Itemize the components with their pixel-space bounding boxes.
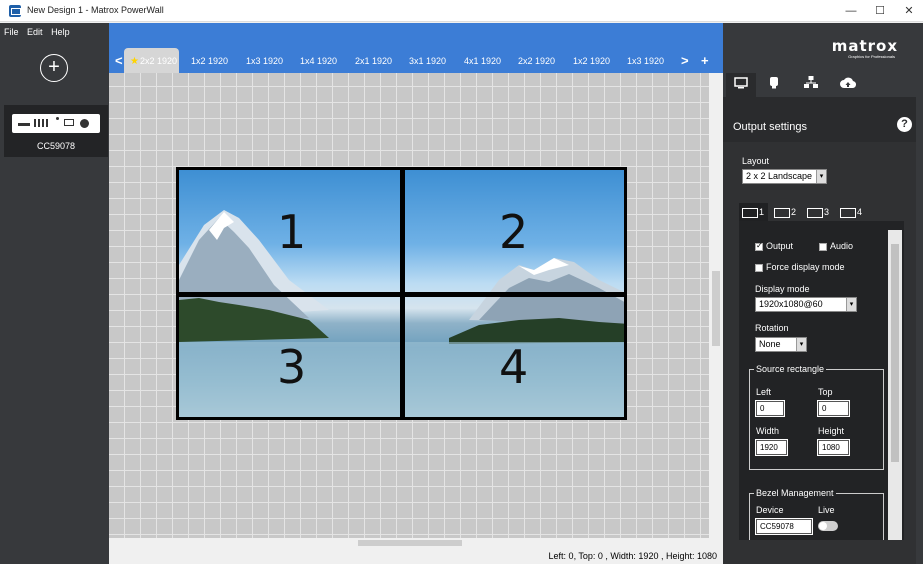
- display-mode-select[interactable]: 1920x1080@60 ▾: [755, 297, 857, 312]
- force-display-checkbox[interactable]: [755, 263, 763, 272]
- tab-1x2-b[interactable]: 1x2 1920: [567, 48, 613, 73]
- source-rectangle-title: Source rectangle: [754, 364, 827, 374]
- tab-2x2-favorite[interactable]: ★2x2 1920: [124, 48, 179, 73]
- tab-4x1[interactable]: 4x1 1920: [458, 48, 504, 73]
- add-tab-button[interactable]: +: [701, 53, 709, 68]
- status-bar: Left: 0, Top: 0 , Width: 1920 , Height: …: [109, 548, 723, 564]
- tab-label: 2x2 1920: [139, 56, 178, 66]
- tab-2x2[interactable]: 2x2 1920: [512, 48, 558, 73]
- menu-help[interactable]: Help: [51, 27, 70, 37]
- device-input[interactable]: CC59078: [755, 518, 813, 535]
- device-name: CC59078: [36, 141, 76, 151]
- add-device-button[interactable]: +: [40, 54, 68, 82]
- chevron-down-icon: ▾: [816, 170, 826, 183]
- top-label: Top: [818, 387, 833, 397]
- monitor-icon[interactable]: [726, 73, 756, 97]
- audio-checkbox-row[interactable]: Audio: [819, 241, 853, 251]
- force-display-row[interactable]: Force display mode: [755, 262, 845, 272]
- layout-select[interactable]: 2 x 2 Landscape ▾: [742, 169, 827, 184]
- help-icon[interactable]: ?: [897, 117, 912, 132]
- matrox-logo: matrox: [831, 37, 898, 55]
- audio-checkbox[interactable]: [819, 242, 827, 251]
- bezel-management-group: Bezel Management Device Live CC59078: [749, 488, 884, 540]
- menu-file[interactable]: File: [4, 27, 19, 37]
- tab-1x3-b[interactable]: 1x3 1920: [621, 48, 667, 73]
- output-settings-title: Output settings: [733, 121, 807, 133]
- canvas-vertical-scrollbar[interactable]: [709, 73, 723, 538]
- output-tab-3[interactable]: 3: [807, 203, 836, 221]
- tabs-prev-button[interactable]: <: [115, 53, 123, 68]
- output-tab-1[interactable]: 1: [739, 203, 768, 221]
- chevron-down-icon: ▾: [846, 298, 856, 311]
- close-button[interactable]: ✕: [895, 2, 923, 20]
- height-input[interactable]: 1080: [817, 439, 850, 456]
- screen-3-label: 3: [277, 340, 307, 394]
- output-settings-panel: Output Audio Force display mode Display …: [739, 221, 904, 540]
- tab-2x1[interactable]: 2x1 1920: [349, 48, 395, 73]
- monitor-icon: [742, 207, 758, 218]
- rotation-label: Rotation: [755, 323, 789, 333]
- screen-4-label: 4: [499, 340, 529, 394]
- monitor-icon: [774, 207, 790, 218]
- layout-tab-bar: < ★2x2 1920 1x2 1920 1x3 1920 1x4 1920 2…: [109, 23, 723, 73]
- device-icon: [12, 114, 100, 133]
- device-card[interactable]: CC59078: [4, 105, 108, 157]
- video-wall[interactable]: 1 2 3 4: [176, 167, 627, 420]
- tab-1x4[interactable]: 1x4 1920: [294, 48, 340, 73]
- app-icon: [9, 5, 21, 17]
- left-label: Left: [756, 387, 772, 397]
- output-checkbox[interactable]: [755, 241, 763, 251]
- menu-bar: File Edit Help: [4, 27, 76, 37]
- left-input[interactable]: 0: [755, 400, 785, 417]
- monitor-icon: [807, 207, 823, 218]
- star-icon: ★: [130, 56, 139, 67]
- rotation-select[interactable]: None ▾: [755, 337, 807, 352]
- monitor-icon: [840, 207, 856, 218]
- maximize-button[interactable]: ☐: [866, 2, 894, 20]
- tab-3x1[interactable]: 3x1 1920: [403, 48, 449, 73]
- output-tab-4[interactable]: 4: [840, 203, 869, 221]
- tab-1x2[interactable]: 1x2 1920: [185, 48, 231, 73]
- settings-header: Output settings ?: [723, 97, 916, 142]
- top-input[interactable]: 0: [817, 400, 850, 417]
- screen-2-label: 2: [499, 205, 529, 259]
- left-sidebar: File Edit Help + CC59078: [0, 23, 109, 564]
- title-bar: New Design 1 - Matrox PowerWall — ☐ ✕: [0, 0, 923, 22]
- status-text: Left: 0, Top: 0 , Width: 1920 , Height: …: [548, 551, 717, 561]
- bezel-management-title: Bezel Management: [754, 488, 836, 498]
- canvas-horizontal-scrollbar[interactable]: [109, 538, 709, 548]
- width-input[interactable]: 1920: [755, 439, 788, 456]
- width-label: Width: [756, 426, 780, 436]
- window-title: New Design 1 - Matrox PowerWall: [27, 5, 164, 15]
- design-canvas[interactable]: 1 2 3 4: [109, 73, 709, 538]
- settings-scrollbar[interactable]: [888, 230, 902, 540]
- screen-1-label: 1: [277, 205, 307, 259]
- tabs-next-button[interactable]: >: [681, 53, 689, 68]
- network-icon[interactable]: [796, 73, 826, 97]
- height-label: Height: [818, 426, 845, 436]
- live-label: Live: [818, 505, 835, 515]
- output-checkbox-row[interactable]: Output: [755, 241, 793, 251]
- upload-icon[interactable]: [833, 73, 863, 97]
- chevron-down-icon: ▾: [796, 338, 806, 351]
- output-tab-2[interactable]: 2: [774, 203, 803, 221]
- logo-tagline: Graphics for Professionals: [848, 54, 895, 59]
- layout-label: Layout: [742, 156, 770, 166]
- minimize-button[interactable]: —: [837, 2, 865, 20]
- tab-1x3[interactable]: 1x3 1920: [240, 48, 286, 73]
- right-panel: matrox Graphics for Professionals Output…: [723, 23, 923, 564]
- menu-edit[interactable]: Edit: [27, 27, 43, 37]
- source-rectangle-group: Source rectangle Left Top 0 0 Width Heig…: [749, 364, 884, 470]
- display-mode-label: Display mode: [755, 284, 810, 294]
- live-toggle[interactable]: [818, 521, 838, 531]
- device-icon[interactable]: [759, 73, 789, 97]
- device-label: Device: [756, 505, 784, 515]
